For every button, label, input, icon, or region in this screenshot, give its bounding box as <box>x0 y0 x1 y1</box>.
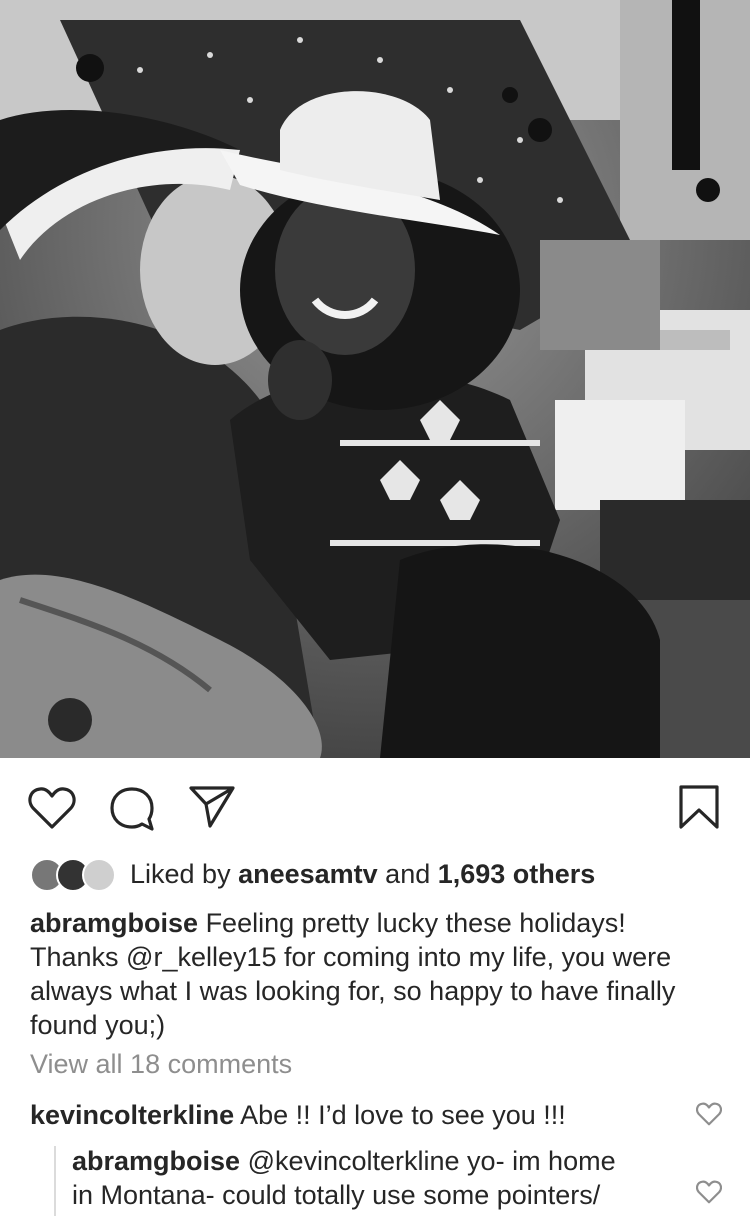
post-action-bar <box>0 758 750 854</box>
avatar <box>82 858 116 892</box>
post-image <box>0 0 750 758</box>
comment-username[interactable]: abramgboise <box>72 1146 240 1176</box>
comment-bubble-icon[interactable] <box>108 786 156 832</box>
reply-thread-line <box>54 1146 56 1216</box>
comment-item: kevincolterkline Abe !! I’d love to see … <box>30 1098 680 1132</box>
heart-icon[interactable] <box>695 1180 723 1209</box>
caption-username[interactable]: abramgboise <box>30 908 198 938</box>
heart-icon[interactable] <box>28 786 76 830</box>
likes-count[interactable]: 1,693 others <box>438 859 596 889</box>
liker-username[interactable]: aneesamtv <box>238 859 378 889</box>
heart-icon[interactable] <box>695 1102 723 1131</box>
paper-plane-icon[interactable] <box>188 784 236 830</box>
bookmark-icon[interactable] <box>678 784 720 830</box>
comment-text: Abe !! I’d love to see you !!! <box>234 1100 566 1130</box>
view-all-comments-link[interactable]: View all 18 comments <box>30 1049 292 1080</box>
likes-prefix: Liked by <box>130 858 239 889</box>
comment-username[interactable]: kevincolterkline <box>30 1100 234 1130</box>
likes-middle: and <box>377 858 438 889</box>
post-photo[interactable] <box>0 0 750 758</box>
comment-reply-item: abramgboise @kevincolterkline yo- im hom… <box>72 1144 692 1212</box>
post-caption: abramgboise Feeling pretty lucky these h… <box>30 906 730 1042</box>
likes-summary: Liked by aneesamtv and 1,693 others <box>130 859 595 890</box>
likes-row[interactable]: Liked by aneesamtv and 1,693 others <box>30 852 730 896</box>
liker-avatars <box>30 854 126 894</box>
